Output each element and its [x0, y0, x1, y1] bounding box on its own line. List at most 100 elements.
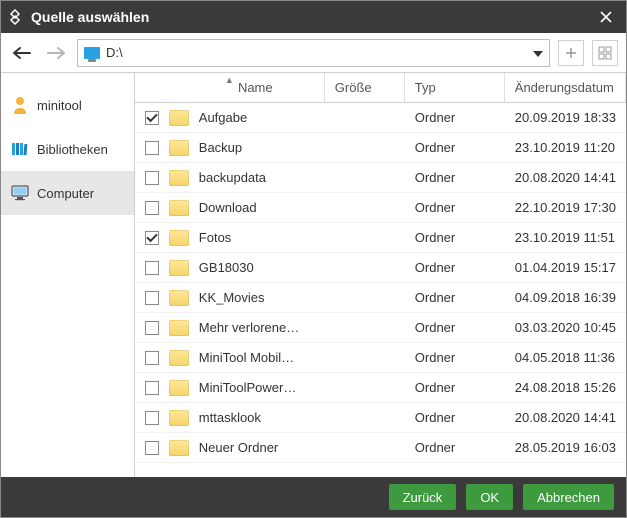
folder-icon [169, 230, 189, 246]
row-name: Download [199, 200, 257, 215]
table-row[interactable]: Aufgabe Ordner20.09.2019 18:33 [135, 103, 626, 133]
row-checkbox[interactable] [145, 111, 159, 125]
new-folder-button[interactable] [558, 40, 584, 66]
sidebar-item-label: Computer [37, 186, 94, 201]
folder-icon [169, 140, 189, 156]
path-input[interactable]: D:\ [77, 39, 550, 67]
row-type: Ordner [405, 290, 505, 305]
nav-forward-button[interactable] [43, 40, 69, 66]
row-checkbox[interactable] [145, 261, 159, 275]
row-date: 20.08.2020 14:41 [505, 170, 626, 185]
row-date: 20.09.2019 18:33 [505, 110, 626, 125]
row-type: Ordner [405, 380, 505, 395]
row-checkbox[interactable] [145, 351, 159, 365]
row-type: Ordner [405, 350, 505, 365]
row-checkbox[interactable] [145, 141, 159, 155]
row-type: Ordner [405, 200, 505, 215]
file-list: ▲ Name Größe Typ Änderungsdatum Aufgabe O… [135, 73, 626, 477]
row-type: Ordner [405, 110, 505, 125]
path-dropdown-icon[interactable] [533, 45, 543, 60]
back-button[interactable]: Zurück [389, 484, 457, 510]
row-date: 23.10.2019 11:20 [505, 140, 626, 155]
sidebar-item-libraries[interactable]: Bibliotheken [1, 127, 134, 171]
view-mode-button[interactable] [592, 40, 618, 66]
row-checkbox[interactable] [145, 411, 159, 425]
row-type: Ordner [405, 170, 505, 185]
column-header-name[interactable]: ▲ Name [135, 73, 325, 102]
row-checkbox[interactable] [145, 231, 159, 245]
folder-icon [169, 170, 189, 186]
toolbar: D:\ [1, 33, 626, 73]
row-name: Neuer Ordner [199, 440, 278, 455]
nav-back-button[interactable] [9, 40, 35, 66]
table-row[interactable]: MiniToolPower… Ordner24.08.2018 15:26 [135, 373, 626, 403]
row-name: Fotos [199, 230, 232, 245]
table-row[interactable]: FotosOrdner23.10.2019 11:51 [135, 223, 626, 253]
sidebar-item-label: minitool [37, 98, 82, 113]
row-date: 23.10.2019 11:51 [505, 230, 626, 245]
folder-icon [169, 260, 189, 276]
column-label: Name [238, 80, 273, 95]
row-checkbox[interactable] [145, 381, 159, 395]
file-rows[interactable]: AufgabeOrdner20.09.2019 18:33BackupOrdne… [135, 103, 626, 477]
row-checkbox[interactable] [145, 201, 159, 215]
row-name: backupdata [199, 170, 266, 185]
row-name: Mehr verlorene… [199, 320, 299, 335]
person-icon [11, 96, 29, 114]
table-row[interactable]: GB18030Ordner01.04.2019 15:17 [135, 253, 626, 283]
body: minitool Bibliotheken Computer ▲ Name [1, 73, 626, 477]
dialog-window: Quelle auswählen D:\ [0, 0, 627, 518]
row-date: 04.05.2018 11:36 [505, 350, 626, 365]
folder-icon [169, 200, 189, 216]
row-type: Ordner [405, 410, 505, 425]
table-row[interactable]: mttasklook Ordner20.08.2020 14:41 [135, 403, 626, 433]
computer-icon [11, 184, 29, 202]
row-checkbox[interactable] [145, 291, 159, 305]
folder-icon [169, 410, 189, 426]
row-checkbox[interactable] [145, 441, 159, 455]
row-name: Aufgabe [199, 110, 247, 125]
row-checkbox[interactable] [145, 321, 159, 335]
row-type: Ordner [405, 140, 505, 155]
column-header-date[interactable]: Änderungsdatum [505, 73, 626, 102]
row-type: Ordner [405, 440, 505, 455]
folder-icon [169, 380, 189, 396]
column-label: Änderungsdatum [515, 80, 614, 95]
table-row[interactable]: KK_MoviesOrdner04.09.2018 16:39 [135, 283, 626, 313]
table-row[interactable]: MiniTool Mobil…Ordner04.05.2018 11:36 [135, 343, 626, 373]
path-text: D:\ [106, 45, 123, 60]
row-name: MiniToolPower… [199, 380, 297, 395]
window-title: Quelle auswählen [31, 9, 592, 25]
folder-icon [169, 290, 189, 306]
folder-icon [169, 320, 189, 336]
row-date: 24.08.2018 15:26 [505, 380, 626, 395]
column-label: Typ [415, 80, 436, 95]
row-name: mttasklook [199, 410, 261, 425]
row-date: 03.03.2020 10:45 [505, 320, 626, 335]
column-header-size[interactable]: Größe [325, 73, 405, 102]
sidebar: minitool Bibliotheken Computer [1, 73, 135, 477]
cancel-button[interactable]: Abbrechen [523, 484, 614, 510]
row-date: 04.09.2018 16:39 [505, 290, 626, 305]
sort-asc-icon: ▲ [225, 75, 234, 85]
row-date: 20.08.2020 14:41 [505, 410, 626, 425]
folder-icon [169, 350, 189, 366]
folder-icon [169, 440, 189, 456]
sidebar-item-minitool[interactable]: minitool [1, 83, 134, 127]
drive-icon [84, 47, 100, 59]
table-row[interactable]: Neuer OrdnerOrdner28.05.2019 16:03 [135, 433, 626, 463]
table-row[interactable]: DownloadOrdner22.10.2019 17:30 [135, 193, 626, 223]
table-row[interactable]: BackupOrdner23.10.2019 11:20 [135, 133, 626, 163]
close-button[interactable] [592, 3, 620, 31]
column-header-type[interactable]: Typ [405, 73, 505, 102]
sidebar-item-computer[interactable]: Computer [1, 171, 134, 215]
row-checkbox[interactable] [145, 171, 159, 185]
footer-bar: Zurück OK Abbrechen [1, 477, 626, 517]
sidebar-item-label: Bibliotheken [37, 142, 108, 157]
row-type: Ordner [405, 320, 505, 335]
row-date: 01.04.2019 15:17 [505, 260, 626, 275]
library-icon [11, 140, 29, 158]
ok-button[interactable]: OK [466, 484, 513, 510]
table-row[interactable]: Mehr verlorene… Ordner03.03.2020 10:45 [135, 313, 626, 343]
table-row[interactable]: backupdata Ordner20.08.2020 14:41 [135, 163, 626, 193]
